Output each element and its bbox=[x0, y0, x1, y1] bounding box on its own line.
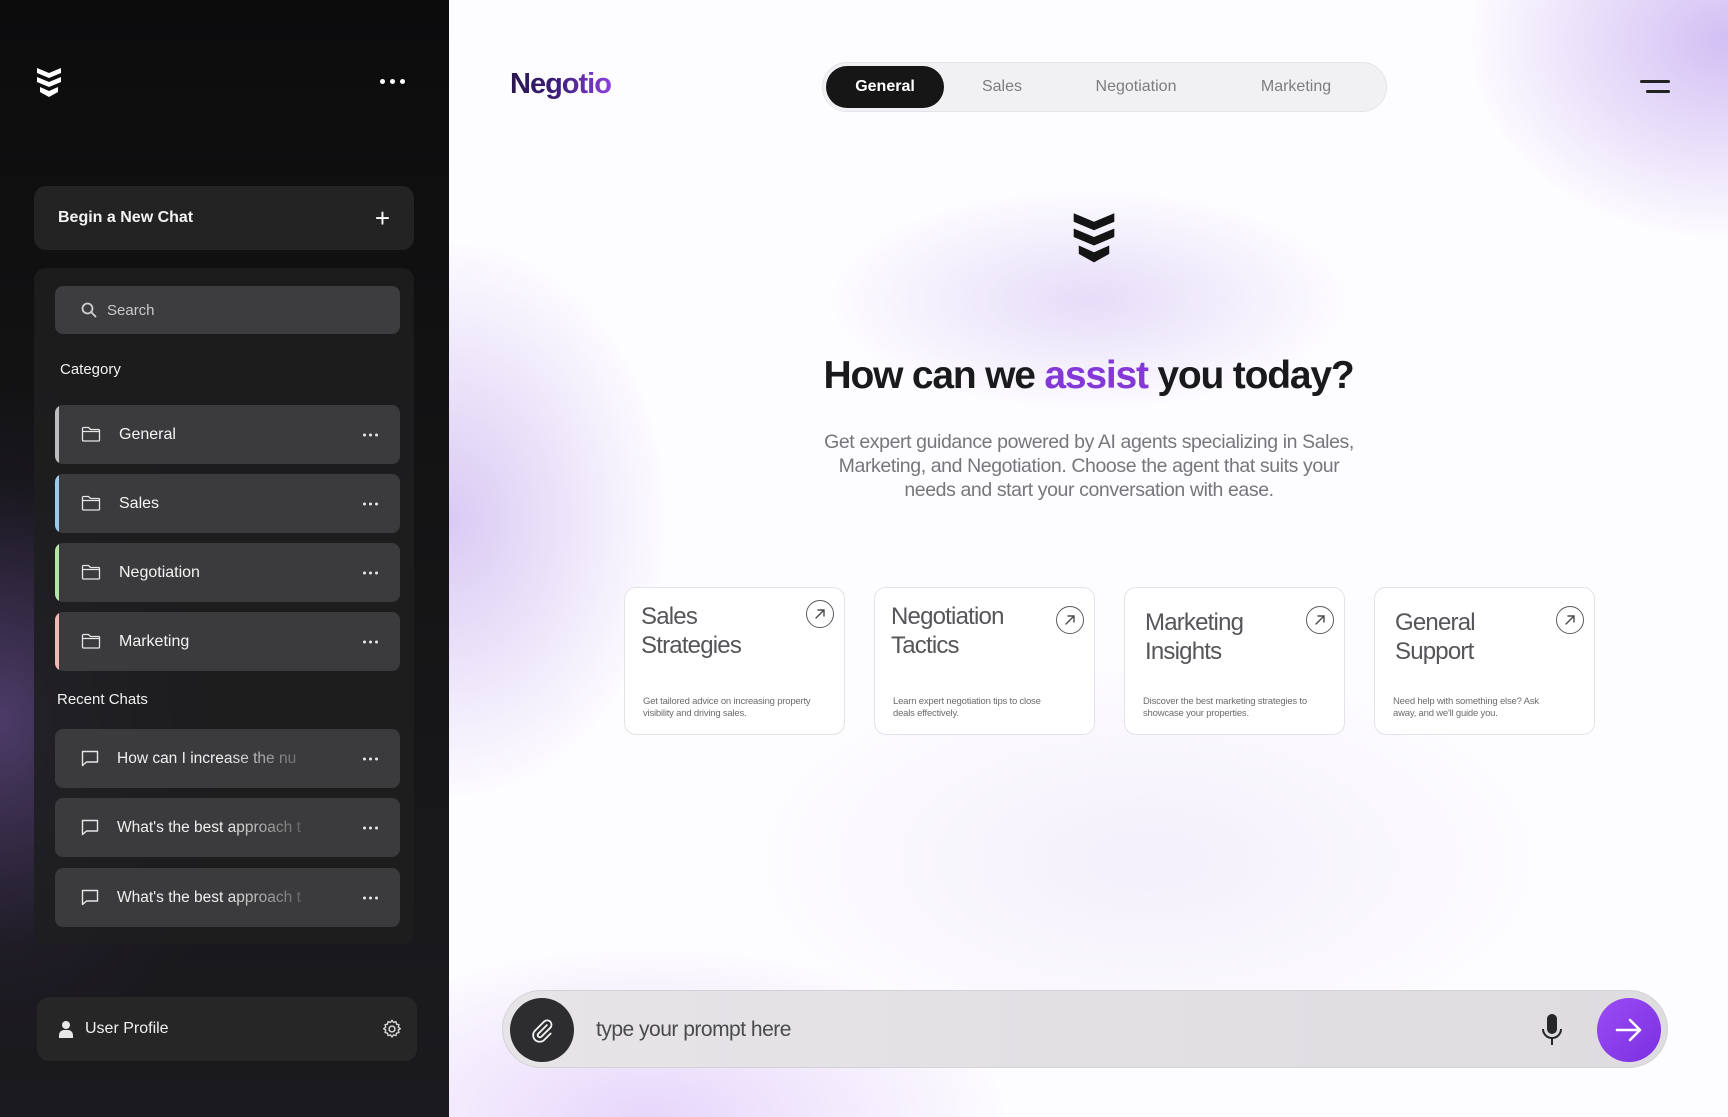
category-options-icon[interactable] bbox=[363, 640, 378, 643]
category-item-negotiation[interactable]: Negotiation bbox=[55, 543, 400, 602]
chat-bubble-icon bbox=[81, 750, 99, 767]
chat-options-icon[interactable] bbox=[363, 826, 378, 829]
search-placeholder: Search bbox=[107, 301, 155, 319]
card-negotiation-tactics[interactable]: Negotiation Tactics Learn expert negotia… bbox=[874, 587, 1095, 735]
category-color-stripe bbox=[55, 405, 59, 464]
chat-bubble-icon bbox=[81, 819, 99, 836]
category-item-general[interactable]: General bbox=[55, 405, 400, 464]
arrow-up-right-icon bbox=[1556, 606, 1584, 634]
agent-tabs: General Sales Negotiation Marketing bbox=[822, 62, 1387, 112]
category-label: General bbox=[119, 425, 176, 443]
category-label: Marketing bbox=[119, 632, 190, 650]
card-description: Discover the best marketing strategies t… bbox=[1143, 696, 1307, 719]
chat-bubble-icon bbox=[81, 889, 99, 906]
category-options-icon[interactable] bbox=[363, 571, 378, 574]
tab-marketing[interactable]: Marketing bbox=[1221, 66, 1371, 108]
sidebar-panel: Search Category General Sales Negotiatio… bbox=[34, 268, 414, 944]
recent-chat-title: What's the best approach t bbox=[117, 818, 301, 836]
settings-gear-icon[interactable] bbox=[381, 1018, 403, 1040]
recent-chat-item[interactable]: What's the best approach t bbox=[55, 798, 400, 857]
sidebar: Begin a New Chat + Search Category Gener… bbox=[0, 0, 449, 1117]
category-options-icon[interactable] bbox=[363, 502, 378, 505]
category-label: Negotiation bbox=[119, 563, 200, 581]
card-sales-strategies[interactable]: Sales Strategies Get tailored advice on … bbox=[624, 587, 845, 735]
card-title: Sales Strategies bbox=[641, 603, 742, 659]
card-description: Get tailored advice on increasing proper… bbox=[643, 696, 811, 719]
brand-logo[interactable]: Negotio bbox=[510, 68, 612, 101]
arrow-up-right-icon bbox=[1056, 606, 1084, 634]
hero-heading-start: How can we bbox=[823, 354, 1045, 397]
folder-icon bbox=[81, 633, 101, 649]
card-title: Marketing Insights bbox=[1145, 609, 1244, 665]
new-chat-label: Begin a New Chat bbox=[58, 209, 194, 226]
app-logo-icon[interactable] bbox=[36, 66, 62, 98]
main-area: Negotio General Sales Negotiation Market… bbox=[449, 0, 1728, 1117]
microphone-icon[interactable] bbox=[1540, 1013, 1564, 1047]
card-description: Need help with something else? Ask away,… bbox=[1393, 696, 1539, 719]
category-color-stripe bbox=[55, 543, 59, 602]
app-logo-icon bbox=[1073, 213, 1115, 263]
hero-heading-accent: assist bbox=[1044, 354, 1149, 397]
hamburger-menu-icon[interactable] bbox=[1640, 80, 1670, 94]
arrow-up-right-icon bbox=[1306, 606, 1334, 634]
user-profile-button[interactable]: User Profile bbox=[37, 997, 417, 1061]
tab-general[interactable]: General bbox=[826, 66, 944, 108]
card-title: Negotiation Tactics bbox=[891, 603, 1004, 659]
user-profile-label: User Profile bbox=[85, 1020, 169, 1037]
tab-negotiation[interactable]: Negotiation bbox=[1061, 66, 1211, 108]
card-description: Learn expert negotiation tips to close d… bbox=[893, 696, 1041, 719]
category-item-sales[interactable]: Sales bbox=[55, 474, 400, 533]
recent-chat-title: What's the best approach t bbox=[117, 888, 301, 906]
hero-heading: How can we assist you today? bbox=[449, 354, 1728, 398]
recent-chat-title: How can I increase the nu bbox=[117, 749, 297, 767]
chat-options-icon[interactable] bbox=[363, 896, 378, 899]
category-color-stripe bbox=[55, 612, 59, 671]
recent-chat-item[interactable]: How can I increase the nu bbox=[55, 729, 400, 788]
prompt-bar bbox=[502, 990, 1668, 1068]
hero-heading-end: you today? bbox=[1147, 354, 1354, 397]
send-button[interactable] bbox=[1597, 998, 1661, 1062]
hero-subtext: Get expert guidance powered by AI agents… bbox=[824, 431, 1354, 501]
new-chat-button[interactable]: Begin a New Chat + bbox=[34, 186, 414, 250]
card-marketing-insights[interactable]: Marketing Insights Discover the best mar… bbox=[1124, 587, 1345, 735]
recent-chats-heading: Recent Chats bbox=[57, 691, 148, 708]
paperclip-icon bbox=[532, 1019, 553, 1043]
category-options-icon[interactable] bbox=[363, 433, 378, 436]
category-heading: Category bbox=[60, 361, 121, 378]
prompt-input[interactable] bbox=[596, 1011, 1496, 1049]
search-field[interactable]: Search bbox=[55, 286, 400, 334]
arrow-up-right-icon bbox=[806, 600, 834, 628]
chat-options-icon[interactable] bbox=[363, 757, 378, 760]
category-label: Sales bbox=[119, 494, 160, 512]
card-title: General Support bbox=[1395, 609, 1476, 665]
folder-icon bbox=[81, 495, 101, 511]
category-color-stripe bbox=[55, 474, 59, 533]
search-icon bbox=[81, 302, 97, 318]
recent-chat-item[interactable]: What's the best approach t bbox=[55, 868, 400, 927]
folder-icon bbox=[81, 564, 101, 580]
card-general-support[interactable]: General Support Need help with something… bbox=[1374, 587, 1595, 735]
category-item-marketing[interactable]: Marketing bbox=[55, 612, 400, 671]
tab-sales[interactable]: Sales bbox=[953, 66, 1051, 108]
folder-icon bbox=[81, 426, 101, 442]
arrow-right-icon bbox=[1615, 1018, 1642, 1042]
attach-button[interactable] bbox=[510, 998, 574, 1062]
user-icon bbox=[59, 1021, 73, 1038]
sidebar-more-icon[interactable] bbox=[380, 76, 408, 86]
plus-icon: + bbox=[374, 203, 390, 233]
